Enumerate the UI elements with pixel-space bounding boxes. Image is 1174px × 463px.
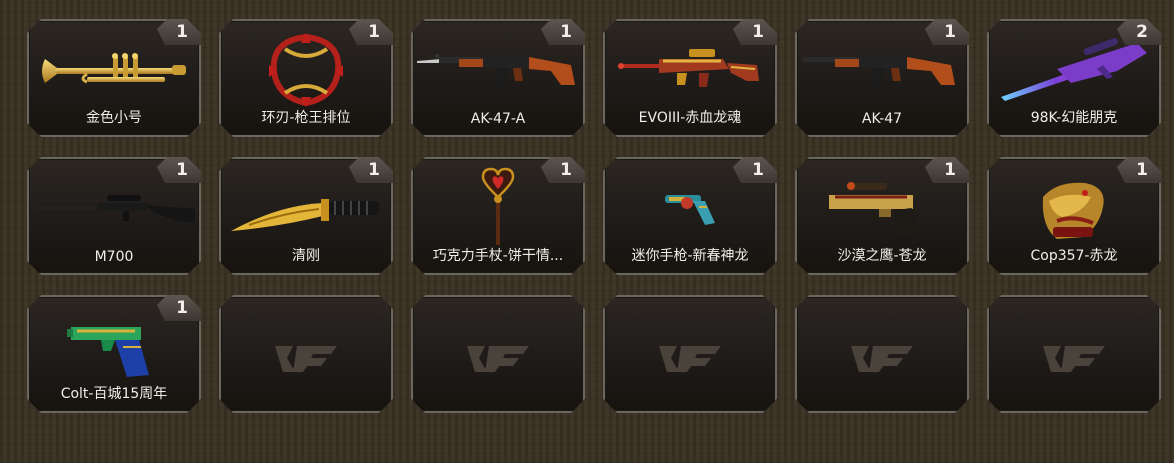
item-count-badge: 1 (157, 157, 201, 183)
item-name: 98K-幻能朋克 (1030, 110, 1118, 126)
item-name: 巧克力手杖-饼干情... (432, 248, 564, 264)
item-name: Cop357-赤龙 (1030, 248, 1118, 264)
item-count-badge: 1 (925, 157, 969, 183)
item-count-badge: 1 (349, 19, 393, 45)
inventory-slot[interactable]: 2 98K-幻能朋克 (987, 19, 1161, 137)
item-name: 环刃-枪王排位 (261, 110, 351, 126)
empty-slot[interactable] (795, 295, 969, 413)
item-count-badge: 1 (541, 157, 585, 183)
inventory-slot[interactable]: 1 Colt-百城15周年 (27, 295, 201, 413)
cf-logo-icon (467, 346, 529, 372)
inventory-grid: 1 金色小号 1 环刃-枪王排位 1 AK-47-A 1 EVOIII-赤血龙魂… (0, 0, 1174, 463)
cf-logo-icon (275, 346, 337, 372)
item-count-badge: 1 (157, 295, 201, 321)
item-count-badge: 1 (733, 19, 777, 45)
inventory-slot[interactable]: 1 M700 (27, 157, 201, 275)
item-name: 迷你手枪-新春神龙 (631, 248, 749, 264)
inventory-slot[interactable]: 1 EVOIII-赤血龙魂 (603, 19, 777, 137)
inventory-slot[interactable]: 1 金色小号 (27, 19, 201, 137)
inventory-slot[interactable]: 1 清刚 (219, 157, 393, 275)
item-name: 金色小号 (86, 110, 142, 126)
item-count-badge: 1 (1117, 157, 1161, 183)
empty-slot[interactable] (411, 295, 585, 413)
item-name: M700 (94, 249, 134, 265)
item-count-badge: 1 (541, 19, 585, 45)
item-name: Colt-百城15周年 (60, 386, 168, 402)
empty-slot[interactable] (603, 295, 777, 413)
inventory-slot[interactable]: 1 迷你手枪-新春神龙 (603, 157, 777, 275)
inventory-slot[interactable]: 1 AK-47-A (411, 19, 585, 137)
item-name: 沙漠之鹰-苍龙 (837, 248, 927, 264)
item-count-badge: 1 (925, 19, 969, 45)
item-name: EVOIII-赤血龙魂 (638, 110, 742, 126)
inventory-slot[interactable]: 1 Cop357-赤龙 (987, 157, 1161, 275)
empty-slot[interactable] (987, 295, 1161, 413)
cf-logo-icon (851, 346, 913, 372)
item-name: AK-47 (861, 111, 903, 127)
inventory-slot[interactable]: 1 环刃-枪王排位 (219, 19, 393, 137)
inventory-slot[interactable]: 1 巧克力手杖-饼干情... (411, 157, 585, 275)
item-count-badge: 1 (349, 157, 393, 183)
inventory-slot[interactable]: 1 AK-47 (795, 19, 969, 137)
item-count-badge: 1 (733, 157, 777, 183)
item-count-badge: 2 (1117, 19, 1161, 45)
inventory-slot[interactable]: 1 沙漠之鹰-苍龙 (795, 157, 969, 275)
item-name: 清刚 (292, 248, 320, 264)
cf-logo-icon (659, 346, 721, 372)
cf-logo-icon (1043, 346, 1105, 372)
item-name: AK-47-A (470, 111, 526, 127)
item-count-badge: 1 (157, 19, 201, 45)
empty-slot[interactable] (219, 295, 393, 413)
